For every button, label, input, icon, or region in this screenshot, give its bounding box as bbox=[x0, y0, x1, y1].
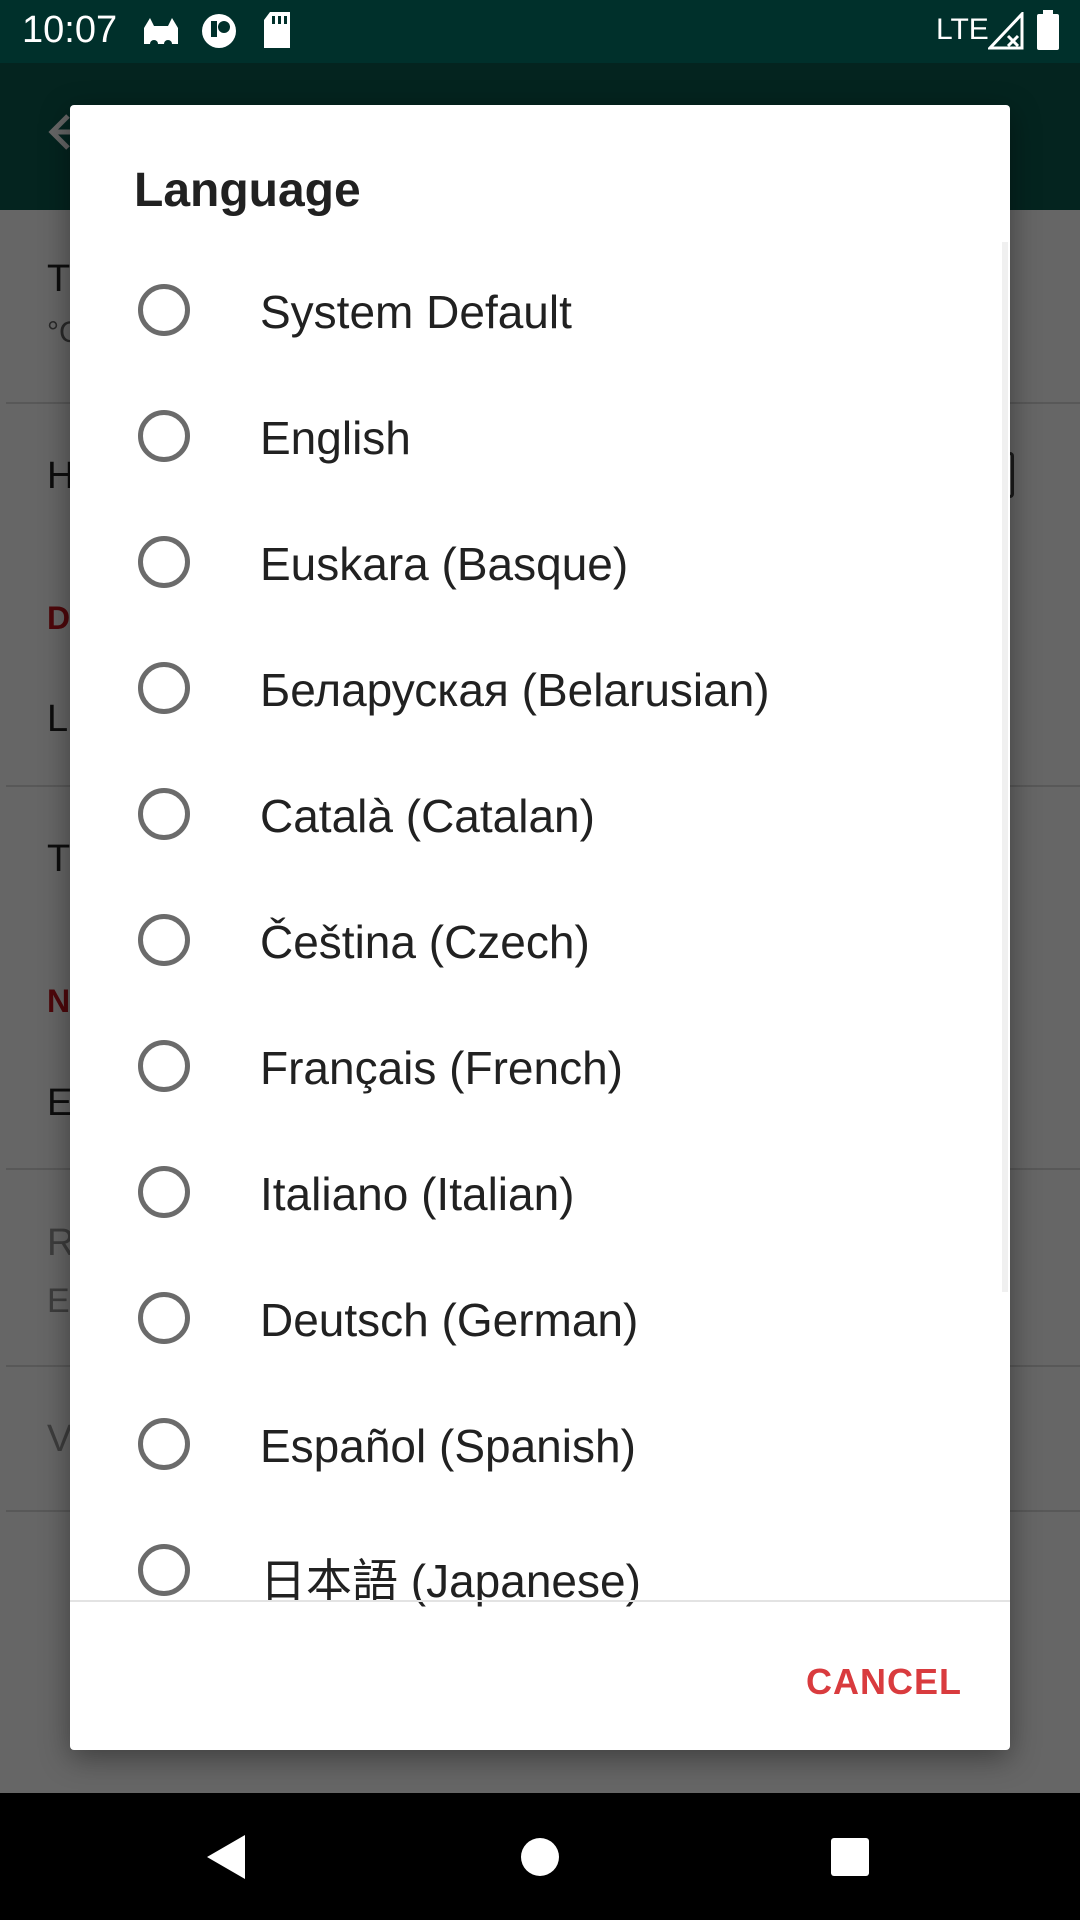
recents-square-icon bbox=[831, 1837, 869, 1876]
dialog-divider bbox=[70, 1600, 1010, 1602]
option-label: Euskara (Basque) bbox=[260, 538, 629, 590]
signal-icon bbox=[988, 12, 1024, 50]
home-circle-icon bbox=[521, 1837, 559, 1876]
language-option-japanese[interactable]: 日本語 (Japanese) bbox=[70, 1505, 1010, 1631]
dialog-title: Language bbox=[134, 164, 361, 217]
option-label: Français (French) bbox=[260, 1042, 623, 1094]
cat-icon bbox=[144, 18, 178, 48]
sd-card-icon bbox=[264, 12, 290, 48]
radio-button[interactable] bbox=[138, 536, 190, 588]
nav-home-button[interactable] bbox=[480, 1793, 600, 1920]
option-label: Deutsch (German) bbox=[260, 1294, 639, 1346]
language-option-italian[interactable]: Italiano (Italian) bbox=[70, 1127, 1010, 1253]
option-label: Беларуская (Belarusian) bbox=[260, 664, 770, 716]
radio-button[interactable] bbox=[138, 1040, 190, 1092]
status-bar: 10:07 LTE bbox=[0, 0, 1080, 63]
radio-button[interactable] bbox=[138, 1544, 190, 1596]
option-label: English bbox=[260, 412, 411, 464]
option-label: Español (Spanish) bbox=[260, 1420, 636, 1472]
nav-recents-button[interactable] bbox=[790, 1793, 910, 1920]
language-option-czech[interactable]: Čeština (Czech) bbox=[70, 875, 1010, 1001]
language-option-spanish[interactable]: Español (Spanish) bbox=[70, 1379, 1010, 1505]
option-label: Català (Catalan) bbox=[260, 790, 595, 842]
option-label: System Default bbox=[260, 286, 572, 338]
language-dialog: Language System Default English Euskara … bbox=[70, 105, 1010, 1750]
cancel-button[interactable]: CANCEL bbox=[796, 1651, 972, 1713]
language-option-system-default[interactable]: System Default bbox=[70, 245, 1010, 371]
scrollbar[interactable] bbox=[1002, 242, 1008, 1292]
radio-button[interactable] bbox=[138, 1292, 190, 1344]
language-option-catalan[interactable]: Català (Catalan) bbox=[70, 749, 1010, 875]
option-label: Italiano (Italian) bbox=[260, 1168, 575, 1220]
radio-button[interactable] bbox=[138, 788, 190, 840]
language-option-basque[interactable]: Euskara (Basque) bbox=[70, 497, 1010, 623]
radio-button[interactable] bbox=[138, 1166, 190, 1218]
screen: T °C H D L T N E R E V 10:07 bbox=[0, 0, 1080, 1920]
radio-button[interactable] bbox=[138, 662, 190, 714]
notification-app-icon bbox=[202, 14, 236, 48]
network-type: LTE bbox=[936, 13, 989, 46]
language-options-list[interactable]: System Default English Euskara (Basque) … bbox=[70, 245, 1010, 1705]
status-time: 10:07 bbox=[22, 9, 118, 51]
back-triangle-icon bbox=[207, 1834, 245, 1879]
radio-button[interactable] bbox=[138, 284, 190, 336]
nav-back-button[interactable] bbox=[165, 1793, 285, 1920]
radio-button[interactable] bbox=[138, 914, 190, 966]
language-option-belarusian[interactable]: Беларуская (Belarusian) bbox=[70, 623, 1010, 749]
language-option-english[interactable]: English bbox=[70, 371, 1010, 497]
navigation-bar bbox=[0, 1793, 1080, 1920]
battery-icon bbox=[1037, 10, 1059, 50]
language-option-french[interactable]: Français (French) bbox=[70, 1001, 1010, 1127]
radio-button[interactable] bbox=[138, 1418, 190, 1470]
radio-button[interactable] bbox=[138, 410, 190, 462]
language-option-german[interactable]: Deutsch (German) bbox=[70, 1253, 1010, 1379]
option-label: Čeština (Czech) bbox=[260, 916, 590, 968]
